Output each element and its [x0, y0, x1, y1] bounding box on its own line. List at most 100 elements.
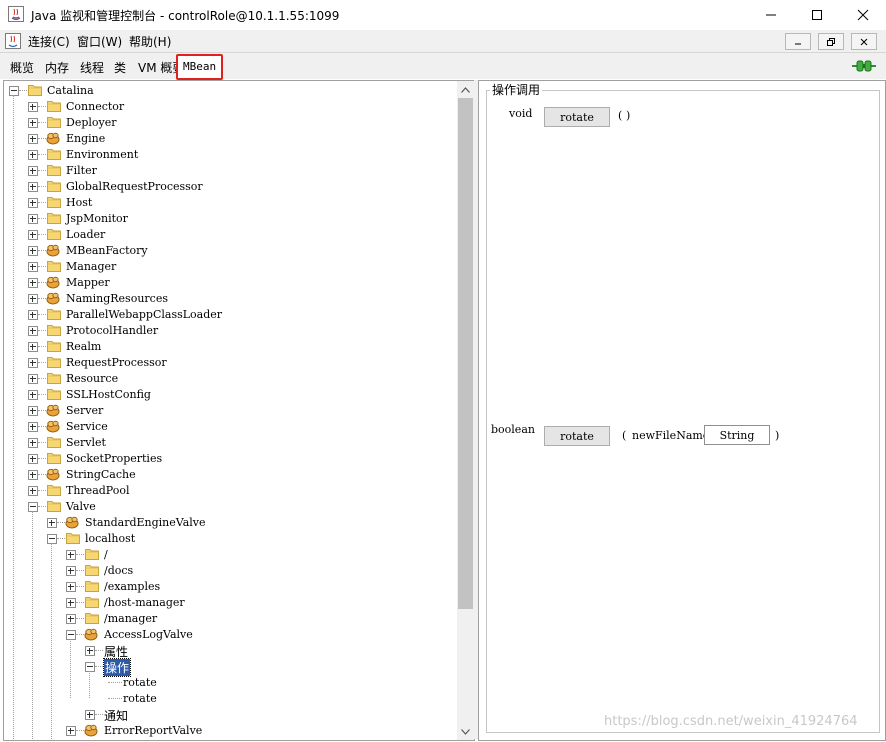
tree-node-rotate-operation[interactable]: rotate — [4, 675, 454, 691]
tree-node-notifications[interactable]: 通知 — [4, 707, 454, 723]
tab-mbean[interactable]: MBean — [176, 54, 224, 80]
expand-plus-icon[interactable] — [28, 262, 38, 272]
tree-node-deployer[interactable]: Deployer — [4, 115, 454, 131]
tree-node-rotate-operation[interactable]: rotate — [4, 691, 454, 707]
expand-plus-icon[interactable] — [28, 358, 38, 368]
expand-plus-icon[interactable] — [28, 118, 38, 128]
tree-node-resource[interactable]: Resource — [4, 371, 454, 387]
collapse-minus-icon[interactable] — [66, 630, 76, 640]
tree-node-engine[interactable]: Engine — [4, 131, 454, 147]
tree-vertical-scrollbar[interactable] — [457, 81, 474, 740]
collapse-minus-icon[interactable] — [9, 86, 19, 96]
tree-node-servlet[interactable]: Servlet — [4, 435, 454, 451]
close-button[interactable] — [840, 0, 886, 30]
tree-node-socketproperties[interactable]: SocketProperties — [4, 451, 454, 467]
scroll-up-arrow[interactable] — [457, 81, 474, 98]
tree-node-localhost[interactable]: localhost — [4, 531, 454, 547]
maximize-button[interactable] — [794, 0, 840, 30]
inner-close-button[interactable] — [851, 33, 877, 50]
tree-node-mbeanfactory[interactable]: MBeanFactory — [4, 243, 454, 259]
expand-plus-icon[interactable] — [66, 550, 76, 560]
expand-plus-icon[interactable] — [85, 646, 95, 656]
expand-plus-icon[interactable] — [28, 102, 38, 112]
tree-node-mapper[interactable]: Mapper — [4, 275, 454, 291]
tab-overview[interactable]: 概览 — [10, 58, 34, 78]
tree-node-access-log-valve[interactable]: AccessLogValve — [4, 627, 454, 643]
tree-node-server[interactable]: Server — [4, 403, 454, 419]
tree-node-jspmonitor[interactable]: JspMonitor — [4, 211, 454, 227]
expand-plus-icon[interactable] — [28, 182, 38, 192]
tree-node-context[interactable]: /host-manager — [4, 595, 454, 611]
expand-plus-icon[interactable] — [66, 582, 76, 592]
expand-plus-icon[interactable] — [28, 470, 38, 480]
collapse-minus-icon[interactable] — [47, 534, 57, 544]
inner-restore-button[interactable] — [818, 33, 844, 50]
tree-node-filter[interactable]: Filter — [4, 163, 454, 179]
tree-node-sslhostconfig[interactable]: SSLHostConfig — [4, 387, 454, 403]
op1-rotate-button[interactable]: rotate — [544, 107, 610, 127]
tree-node-namingresources[interactable]: NamingResources — [4, 291, 454, 307]
tree-node-protocolhandler[interactable]: ProtocolHandler — [4, 323, 454, 339]
collapse-minus-icon[interactable] — [85, 662, 95, 672]
tree-node-host[interactable]: Host — [4, 195, 454, 211]
expand-plus-icon[interactable] — [28, 214, 38, 224]
expand-plus-icon[interactable] — [28, 294, 38, 304]
tree-node-standard-engine-valve[interactable]: StandardEngineValve — [4, 515, 454, 531]
expand-plus-icon[interactable] — [28, 278, 38, 288]
tree-node-context[interactable]: /docs — [4, 563, 454, 579]
tree-node-context[interactable]: /examples — [4, 579, 454, 595]
expand-plus-icon[interactable] — [28, 230, 38, 240]
menu-help[interactable]: 帮助(H) — [129, 33, 171, 50]
tree-node-catalina[interactable]: Catalina — [4, 83, 454, 99]
expand-plus-icon[interactable] — [66, 566, 76, 576]
expand-plus-icon[interactable] — [28, 390, 38, 400]
tree-node-environment[interactable]: Environment — [4, 147, 454, 163]
tab-classes[interactable]: 类 — [114, 58, 126, 78]
expand-plus-icon[interactable] — [28, 438, 38, 448]
expand-plus-icon[interactable] — [28, 310, 38, 320]
inner-minimize-button[interactable] — [785, 33, 811, 50]
scroll-thumb[interactable] — [458, 98, 473, 609]
expand-plus-icon[interactable] — [28, 246, 38, 256]
expand-plus-icon[interactable] — [28, 422, 38, 432]
tab-threads[interactable]: 线程 — [80, 58, 104, 78]
scroll-down-arrow[interactable] — [457, 723, 474, 740]
expand-plus-icon[interactable] — [66, 726, 76, 736]
expand-plus-icon[interactable] — [28, 454, 38, 464]
expand-plus-icon[interactable] — [28, 134, 38, 144]
tree-node-globalrequestprocessor[interactable]: GlobalRequestProcessor — [4, 179, 454, 195]
menu-connect[interactable]: 连接(C) — [28, 33, 70, 50]
expand-plus-icon[interactable] — [85, 710, 95, 720]
collapse-minus-icon[interactable] — [28, 502, 38, 512]
expand-plus-icon[interactable] — [28, 198, 38, 208]
expand-plus-icon[interactable] — [66, 598, 76, 608]
tree-node-valve[interactable]: Valve — [4, 499, 454, 515]
expand-plus-icon[interactable] — [28, 374, 38, 384]
op2-rotate-button[interactable]: rotate — [544, 426, 610, 446]
tree-node-threadpool[interactable]: ThreadPool — [4, 483, 454, 499]
tree-node-attributes[interactable]: 属性 — [4, 643, 454, 659]
tree-node-loader[interactable]: Loader — [4, 227, 454, 243]
op2-filename-input[interactable]: String — [704, 425, 770, 445]
tree-node-service[interactable]: Service — [4, 419, 454, 435]
expand-plus-icon[interactable] — [66, 614, 76, 624]
tree-node-requestprocessor[interactable]: RequestProcessor — [4, 355, 454, 371]
tree-node-manager[interactable]: Manager — [4, 259, 454, 275]
expand-plus-icon[interactable] — [28, 486, 38, 496]
tab-memory[interactable]: 内存 — [45, 58, 69, 78]
expand-plus-icon[interactable] — [47, 518, 57, 528]
tree-node-connector[interactable]: Connector — [4, 99, 454, 115]
expand-plus-icon[interactable] — [28, 326, 38, 336]
tree-node-parallelwebappclassloader[interactable]: ParallelWebappClassLoader — [4, 307, 454, 323]
tree-node-context[interactable]: /manager — [4, 611, 454, 627]
tree-node-error-report-valve[interactable]: ErrorReportValve — [4, 723, 454, 739]
expand-plus-icon[interactable] — [28, 406, 38, 416]
mbean-tree[interactable]: Catalina Connector Deployer Engine Environme… — [3, 80, 475, 741]
tree-node-realm[interactable]: Realm — [4, 339, 454, 355]
minimize-button[interactable] — [748, 0, 794, 30]
tree-node-context[interactable]: / — [4, 547, 454, 563]
tree-node-operations[interactable]: 操作 — [4, 658, 454, 677]
expand-plus-icon[interactable] — [28, 166, 38, 176]
expand-plus-icon[interactable] — [28, 150, 38, 160]
menu-window[interactable]: 窗口(W) — [77, 33, 122, 50]
